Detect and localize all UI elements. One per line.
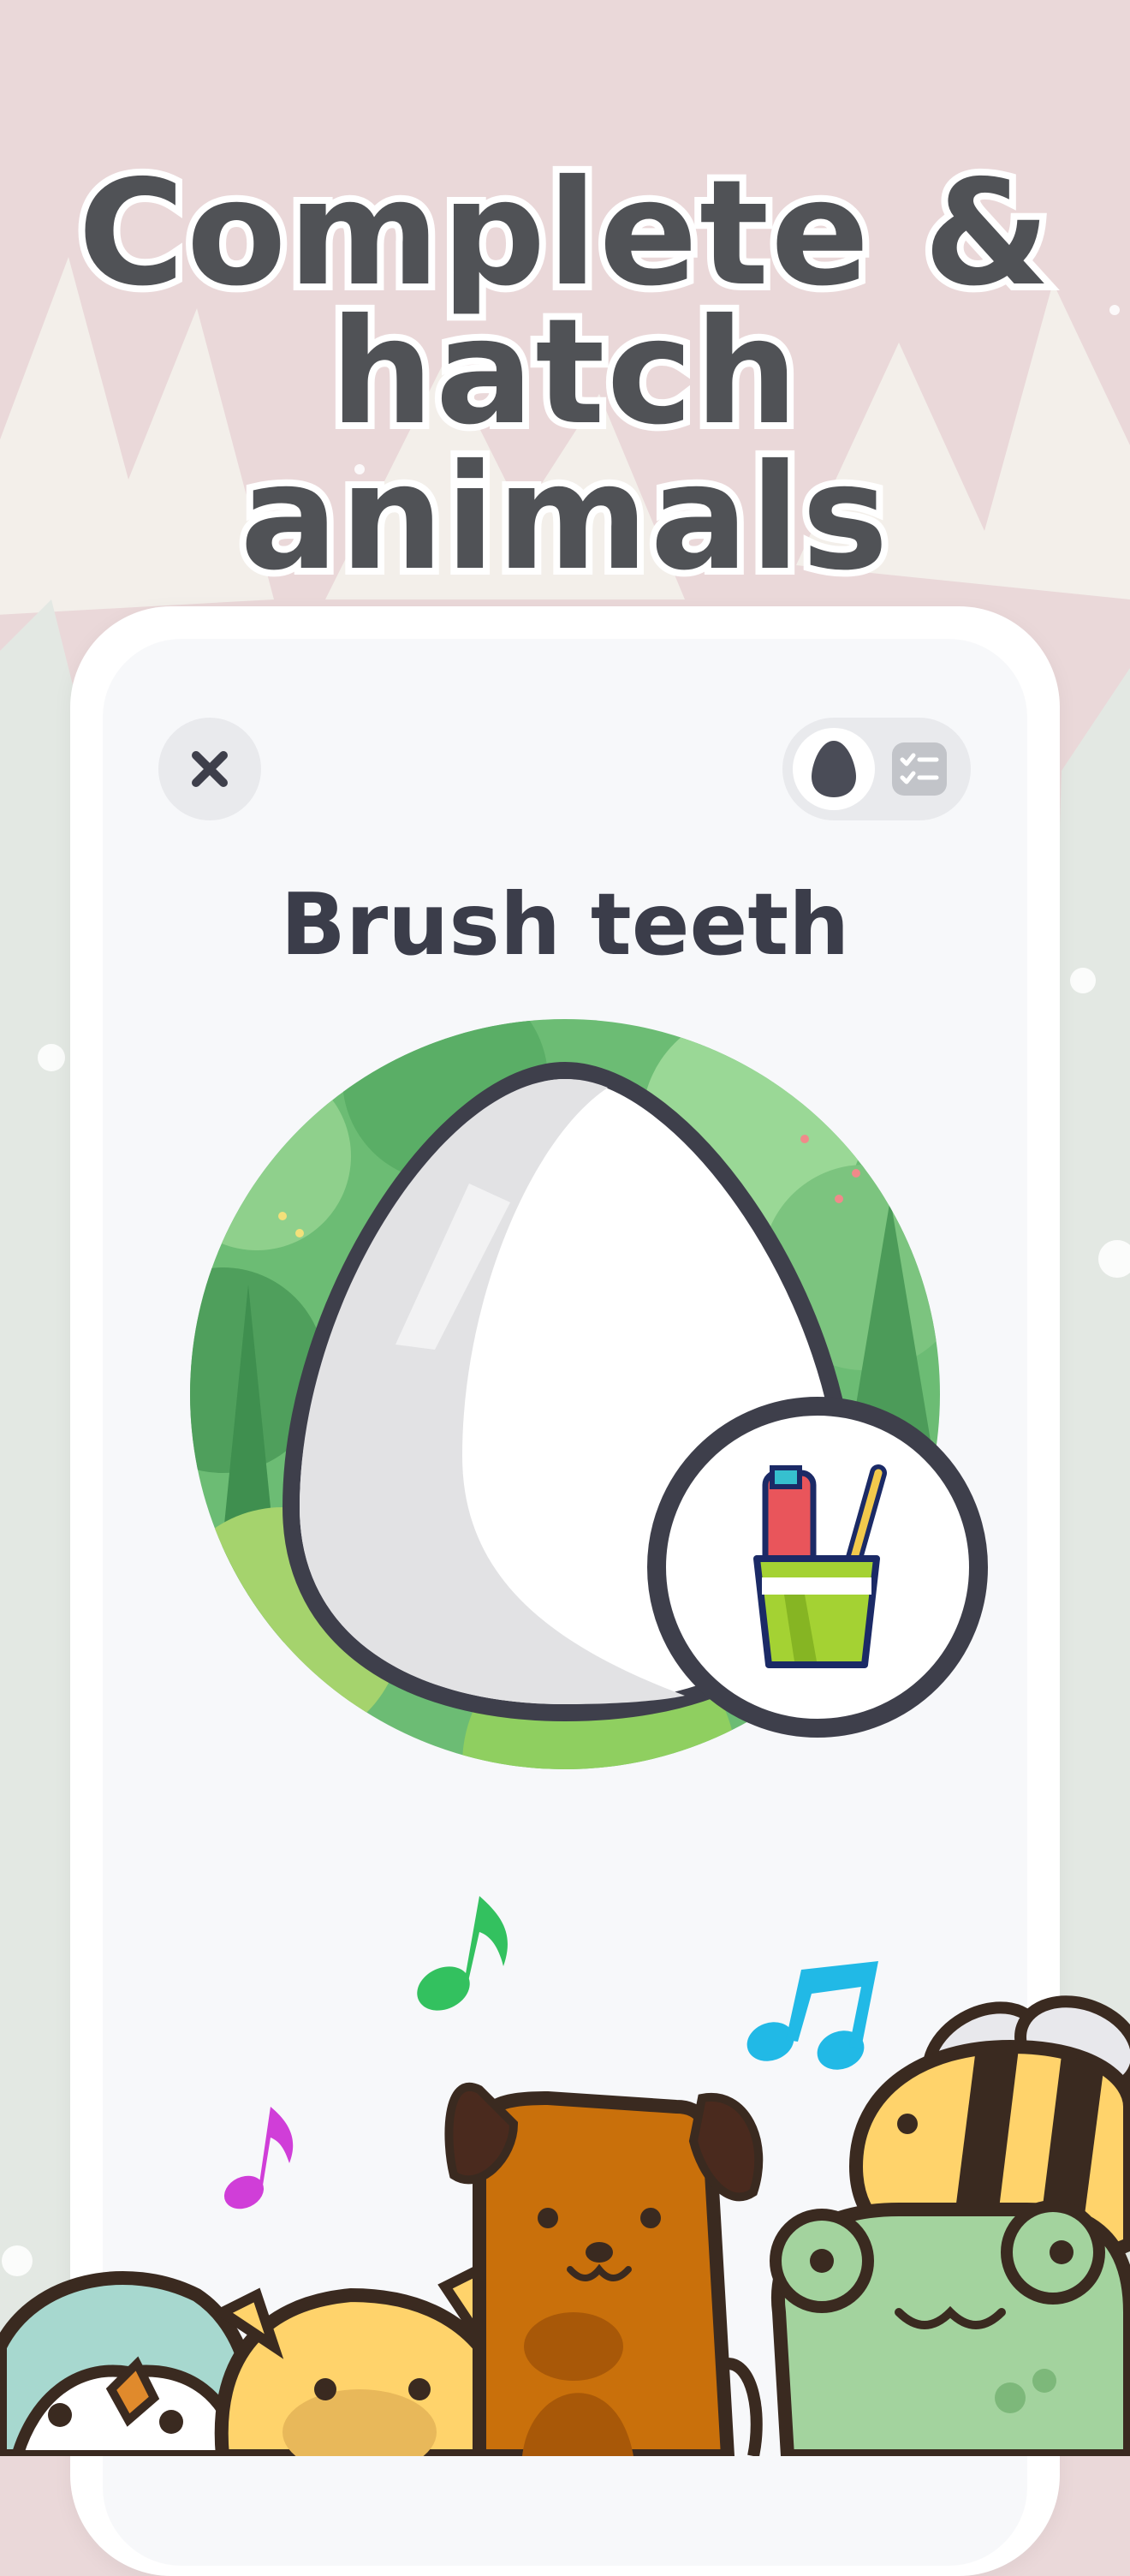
animals-group — [0, 1995, 1130, 2456]
dog — [444, 2083, 764, 2456]
cat — [212, 2261, 521, 2456]
frog — [770, 2200, 1130, 2456]
